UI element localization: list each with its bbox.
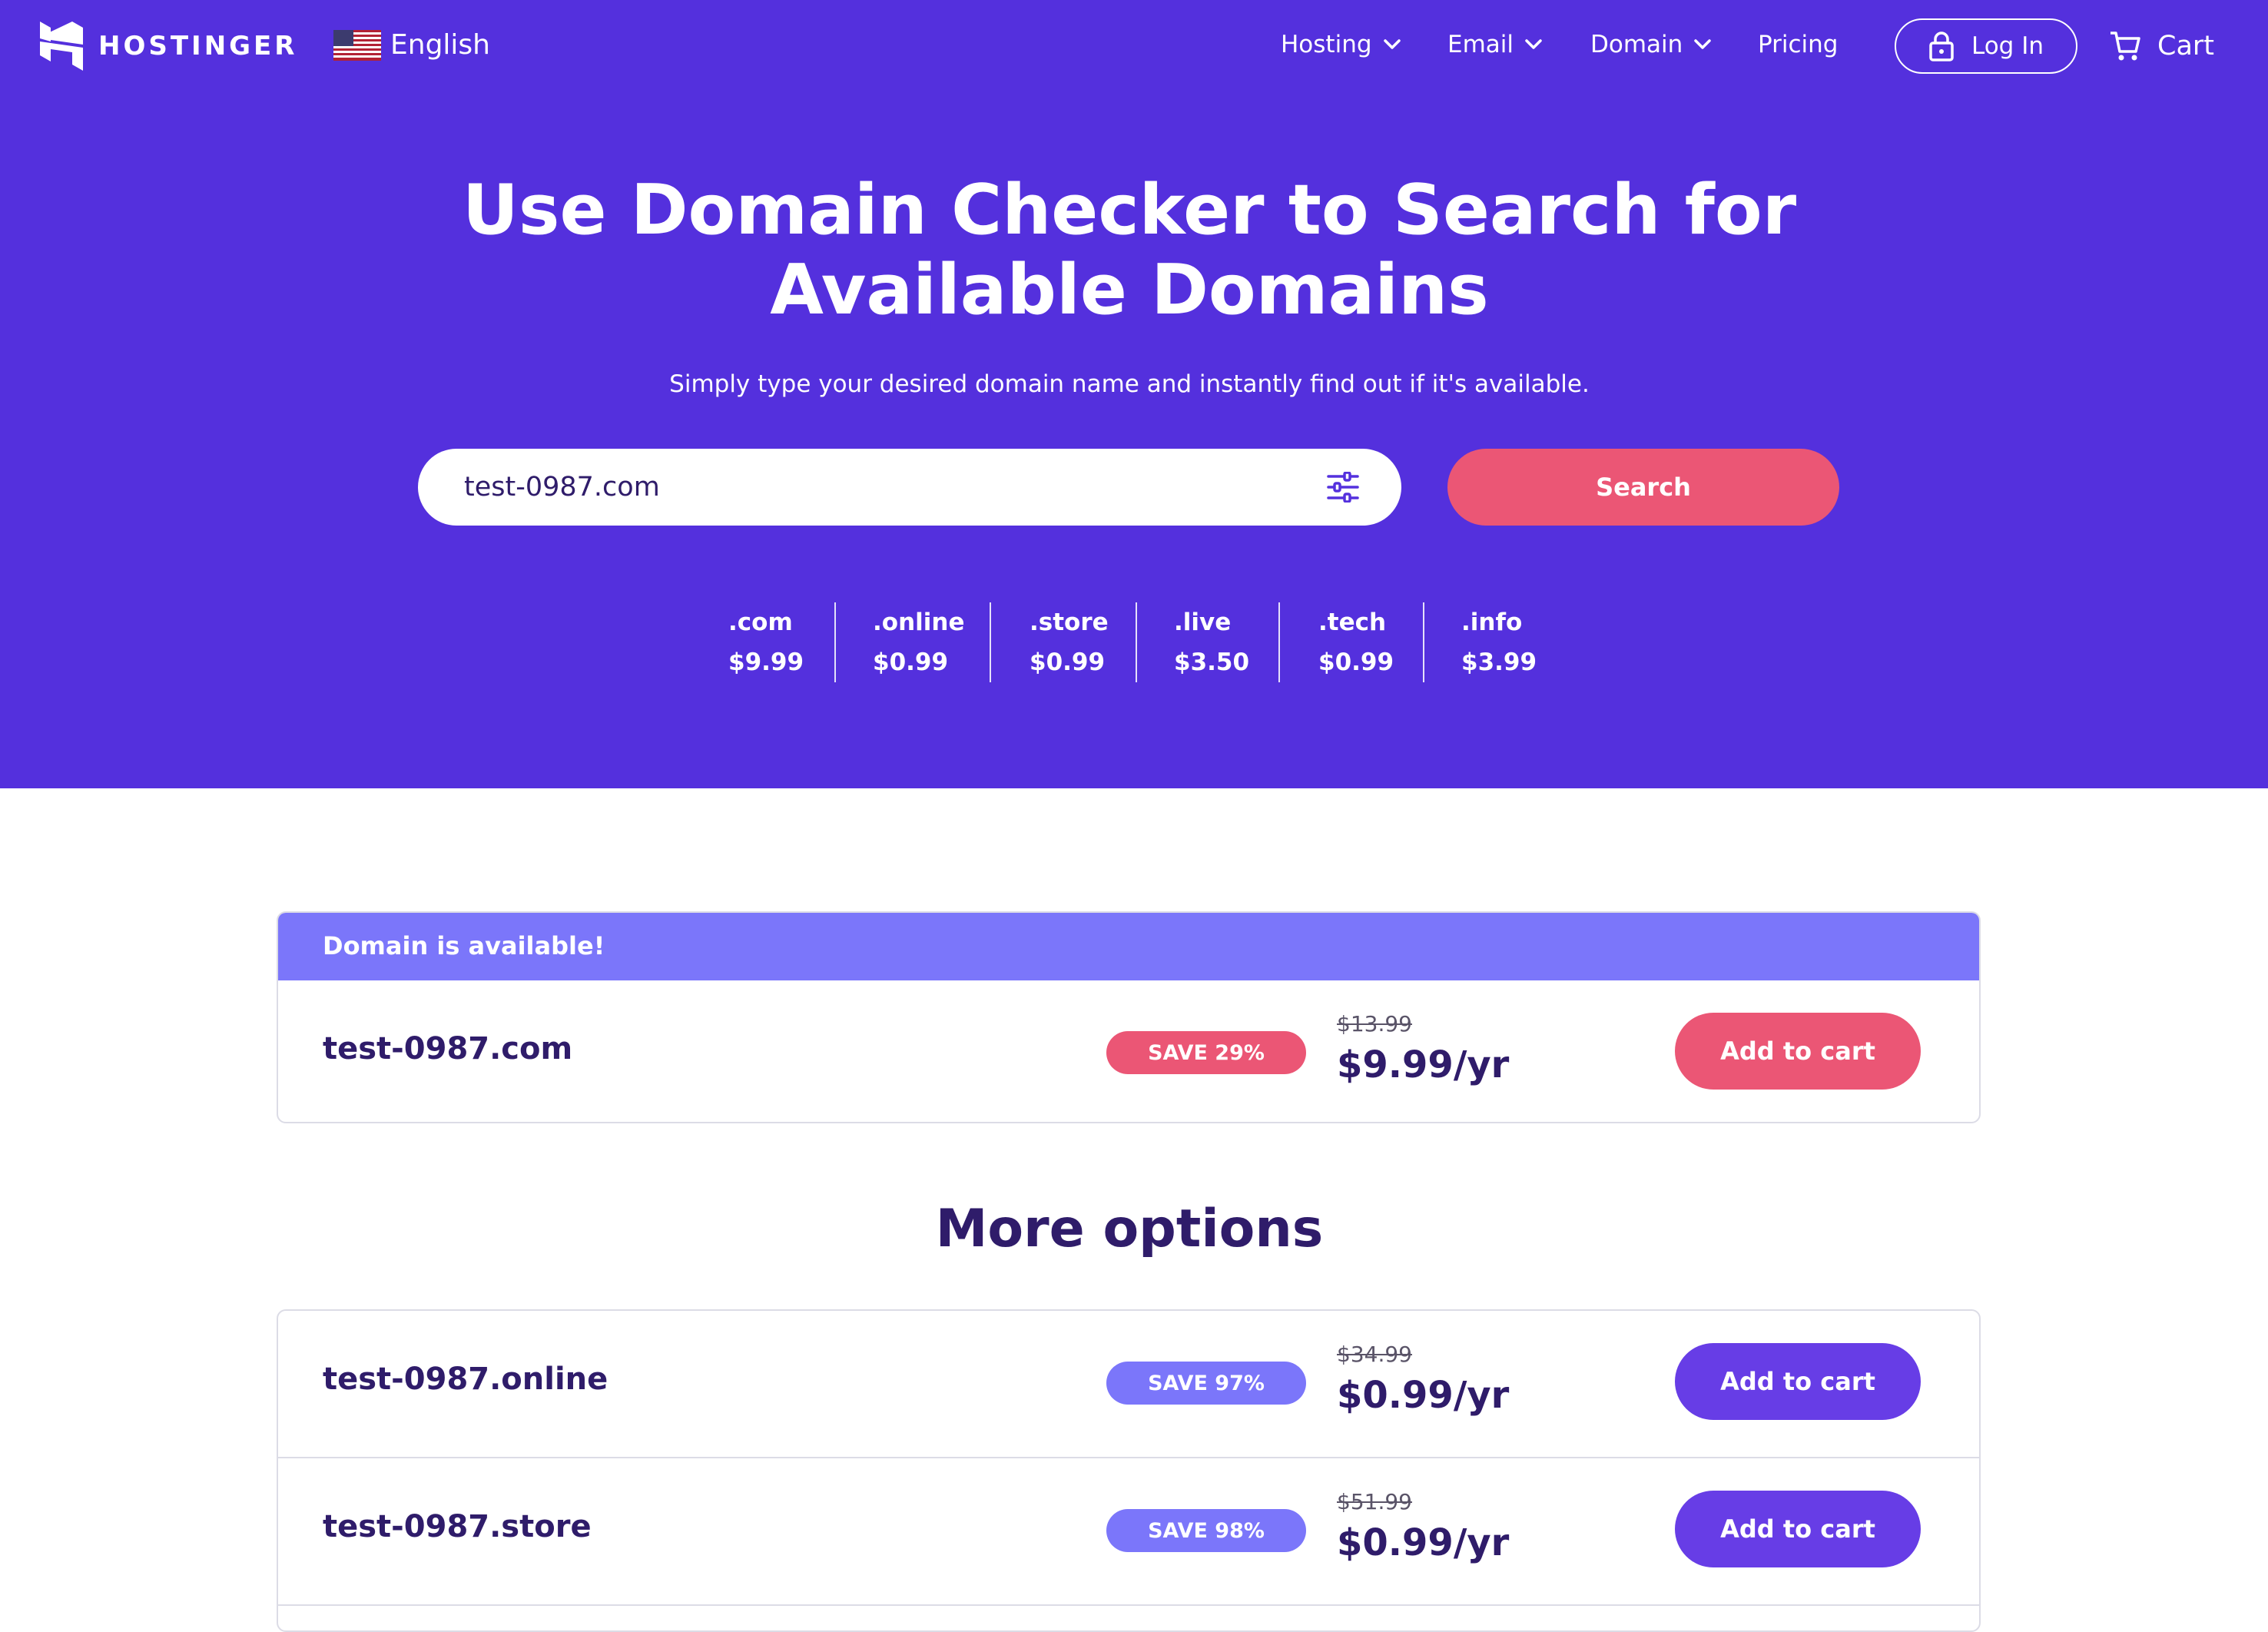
tld-divider: [1423, 602, 1424, 682]
domain-result-row: test-0987.store SAVE 98% $51.99 $0.99/yr…: [278, 1458, 1979, 1604]
add-to-cart-button[interactable]: Add to cart: [1675, 1013, 1921, 1090]
tld-name: .tech: [1318, 609, 1387, 636]
nav-domain-label: Domain: [1590, 31, 1683, 58]
tld-price: $0.99: [873, 648, 949, 676]
language-label: English: [390, 29, 490, 61]
tld-divider: [1136, 602, 1137, 682]
brand-logo[interactable]: HOSTINGER: [40, 22, 297, 71]
tld-name: .store: [1030, 609, 1109, 636]
page-subtitle: Simply type your desired domain name and…: [669, 370, 1590, 398]
page-title: Use Domain Checker to Search for Availab…: [0, 171, 2259, 330]
domain-search-input[interactable]: [463, 449, 1277, 526]
hero-section: HOSTINGER English Hosting Email Domain P…: [0, 0, 2268, 788]
tld-divider: [990, 602, 991, 682]
original-price: $51.99: [1337, 1489, 1412, 1514]
tld-name: .online: [873, 609, 965, 636]
availability-text: Domain is available!: [323, 931, 605, 960]
discount-badge: SAVE 98%: [1106, 1509, 1306, 1552]
tld-price: $0.99: [1030, 648, 1106, 676]
chevron-down-icon: [1694, 39, 1712, 49]
cart-label: Cart: [2157, 31, 2214, 61]
nav-email[interactable]: Email: [1447, 31, 1543, 58]
domain-name: test-0987.online: [323, 1362, 608, 1397]
chevron-down-icon: [1383, 39, 1401, 49]
cart-icon: [2110, 32, 2140, 61]
hostinger-logo-icon: [40, 22, 83, 71]
tld-price: $9.99: [728, 648, 804, 676]
domain-result-row: test-0987.com SAVE 29% $13.99 $9.99/yr A…: [278, 980, 1979, 1122]
domain-name: test-0987.store: [323, 1509, 592, 1544]
original-price: $13.99: [1337, 1011, 1412, 1037]
domain-result-row: test-0987.online SAVE 97% $34.99 $0.99/y…: [278, 1311, 1979, 1457]
tld-name: .info: [1461, 609, 1523, 636]
language-selector[interactable]: English: [333, 29, 490, 61]
nav-email-label: Email: [1447, 31, 1514, 58]
tld-name: .live: [1174, 609, 1232, 636]
nav-hosting[interactable]: Hosting: [1281, 31, 1401, 58]
row-divider: [278, 1604, 1979, 1606]
login-button[interactable]: Log In: [1895, 18, 2077, 74]
tld-price: $3.99: [1461, 648, 1537, 676]
more-options-list: test-0987.online SAVE 97% $34.99 $0.99/y…: [277, 1309, 1981, 1632]
nav-pricing-label: Pricing: [1758, 31, 1839, 58]
add-to-cart-button[interactable]: Add to cart: [1675, 1343, 1921, 1420]
page-title-line2: Available Domains: [770, 250, 1489, 330]
nav-domain[interactable]: Domain: [1590, 31, 1712, 58]
tld-divider: [834, 602, 836, 682]
login-label: Log In: [1971, 32, 2044, 60]
brand-name: HOSTINGER: [98, 31, 298, 61]
availability-banner: Domain is available!: [278, 913, 1979, 980]
search-box: [418, 449, 1401, 526]
current-price: $9.99/yr: [1337, 1043, 1510, 1086]
tld-price: $0.99: [1318, 648, 1394, 676]
nav-pricing[interactable]: Pricing: [1758, 31, 1839, 58]
search-button[interactable]: Search: [1447, 449, 1839, 526]
domain-name: test-0987.com: [323, 1031, 573, 1066]
add-to-cart-button[interactable]: Add to cart: [1675, 1491, 1921, 1567]
tld-divider: [1278, 602, 1280, 682]
available-domain-card: Domain is available! test-0987.com SAVE …: [277, 911, 1981, 1123]
chevron-down-icon: [1525, 39, 1542, 49]
tld-name: .com: [728, 609, 793, 636]
nav-hosting-label: Hosting: [1281, 31, 1372, 58]
cart-button[interactable]: Cart: [2108, 29, 2214, 63]
more-options-title: More options: [935, 1199, 1324, 1259]
discount-badge: SAVE 29%: [1106, 1031, 1306, 1074]
current-price: $0.99/yr: [1337, 1374, 1510, 1417]
original-price: $34.99: [1337, 1342, 1412, 1367]
discount-badge: SAVE 97%: [1106, 1362, 1306, 1405]
us-flag-icon: [333, 29, 381, 61]
current-price: $0.99/yr: [1337, 1521, 1510, 1564]
page-title-line1: Use Domain Checker to Search for: [462, 170, 1797, 250]
filter-icon[interactable]: [1326, 472, 1360, 503]
tld-price: $3.50: [1174, 648, 1250, 676]
lock-icon: [1929, 32, 1954, 61]
top-nav: HOSTINGER English Hosting Email Domain P…: [0, 0, 2268, 94]
